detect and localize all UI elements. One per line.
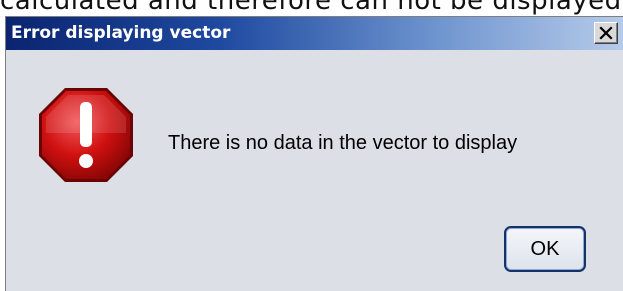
error-stop-icon (39, 88, 133, 182)
error-dialog: Error displaying vector There is no data… (5, 16, 623, 291)
close-button[interactable] (594, 22, 618, 44)
dialog-title: Error displaying vector (11, 23, 231, 43)
dialog-content: There is no data in the vector to displa… (6, 50, 623, 291)
ok-button[interactable]: OK (504, 226, 586, 272)
close-icon (599, 26, 613, 40)
title-bar[interactable]: Error displaying vector (6, 17, 623, 50)
background-partial-text: calculated and therefore can not be disp… (0, 0, 622, 16)
error-message: There is no data in the vector to displa… (168, 132, 518, 154)
